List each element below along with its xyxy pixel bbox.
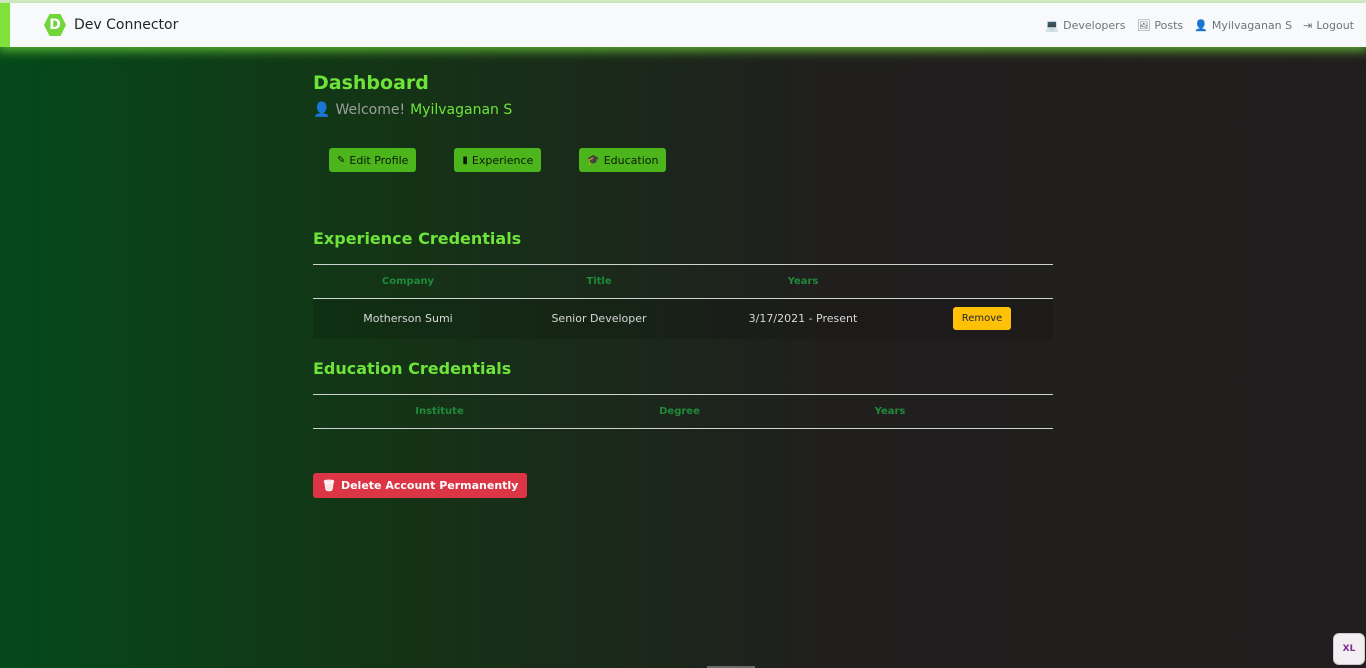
experience-header-years: Years [787,276,819,287]
welcome-message: 👤 Welcome! Myilvaganan S [313,102,1053,118]
remove-experience-button[interactable]: Remove [952,307,1012,331]
user-icon: 👤 [313,102,331,118]
education-header-years: Years [874,405,906,417]
brand[interactable]: D Dev Connector [44,14,178,36]
experience-table: Company Title Years Motherson Sumi Senio… [313,264,1053,339]
experience-years-cell: 3/17/2021 - Present [695,298,911,339]
graduation-cap-icon: 🎓 [587,154,600,166]
add-experience-label: Experience [471,153,534,167]
education-header-degree: Degree [659,405,700,417]
welcome-prefix: Welcome! [335,102,406,118]
nav-posts-link[interactable]: 🖼 Posts [1136,19,1183,32]
delete-account-button[interactable]: 🗑 Delete Account Permanently [313,472,528,498]
nav-logout-link[interactable]: ⇥ Logout [1303,19,1354,32]
images-icon: 🖼 [1136,18,1151,32]
education-header-institute: Institute [415,405,464,417]
experience-section-title: Experience Credentials [313,229,522,248]
experience-action-cell: Remove [911,298,1053,339]
experience-header-company: Company [381,276,435,287]
experience-header-title: Title [586,276,612,287]
education-table: Institute Degree Years [313,394,1053,429]
welcome-user-name: Myilvaganan S [410,102,513,118]
navbar: D Dev Connector 💻 Developers 🖼 Posts 👤 M… [0,3,1366,47]
nav-developers-label: Developers [1063,18,1126,32]
brand-logo-icon: D [44,14,66,36]
education-table-header: Institute Degree Years [313,394,1053,428]
nav-user-link[interactable]: 👤 Myilvaganan S [1194,19,1292,32]
page-title: Dashboard [313,72,429,94]
education-header-actions [987,394,1053,428]
nav-user-label: Myilvaganan S [1211,18,1293,32]
add-education-label: Education [603,153,659,167]
edit-profile-button[interactable]: ✎ Edit Profile [329,148,417,172]
experience-title-cell: Senior Developer [503,298,695,339]
edit-profile-label: Edit Profile [349,153,409,167]
experience-header-actions [911,265,1053,299]
laptop-icon: 💻 [1045,18,1060,32]
delete-account-label: Delete Account Permanently [340,478,519,492]
dashboard-actions: ✎ Edit Profile ▮ Experience 🎓 Education [329,148,1053,172]
nav-logout-label: Logout [1316,18,1354,32]
id-badge-icon: ▮ [462,154,468,166]
add-experience-button[interactable]: ▮ Experience [454,148,542,172]
trash-icon: 🗑 [322,478,336,492]
add-education-button[interactable]: 🎓 Education [579,148,667,172]
nav-links: 💻 Developers 🖼 Posts 👤 Myilvaganan S ⇥ L… [1045,19,1354,32]
brand-name: Dev Connector [74,17,179,33]
screen-size-badge: XL [1333,633,1365,665]
education-section-title: Education Credentials [313,358,512,378]
edit-icon: ✎ [337,154,346,166]
experience-table-header: Company Title Years [313,264,1053,299]
dashboard-container: Dashboard 👤 Welcome! Myilvaganan S ✎ Edi… [313,72,1053,498]
nav-posts-label: Posts [1154,18,1184,32]
experience-company-cell: Motherson Sumi [313,298,503,339]
user-icon: 👤 [1194,18,1208,32]
nav-developers-link[interactable]: 💻 Developers [1045,19,1125,32]
sign-out-icon: ⇥ [1303,18,1313,32]
table-row: Motherson Sumi Senior Developer 3/17/202… [313,298,1053,339]
